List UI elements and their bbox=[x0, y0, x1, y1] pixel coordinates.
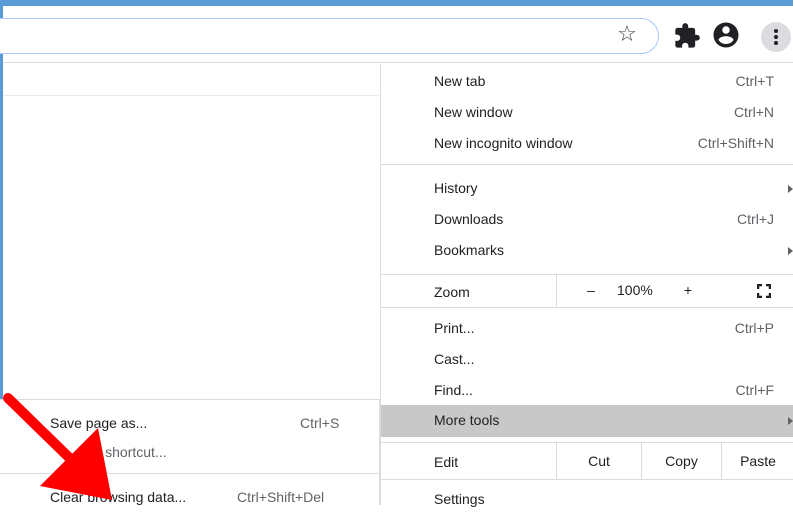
menu-separator bbox=[381, 307, 793, 308]
menu-item-more-tools[interactable]: More tools bbox=[381, 405, 793, 437]
menu-item-new-incognito-window[interactable]: New incognito window Ctrl+Shift+N bbox=[381, 128, 793, 159]
menu-separator bbox=[381, 164, 793, 165]
menu-item-shortcut: Ctrl+N bbox=[733, 104, 774, 120]
menu-item-shortcut: Ctrl+F bbox=[735, 382, 775, 398]
menu-item-find[interactable]: Find... Ctrl+F bbox=[381, 375, 793, 406]
menu-item-label: New window bbox=[434, 104, 513, 120]
paste-button[interactable]: Paste bbox=[721, 443, 793, 479]
menu-item-history[interactable]: History bbox=[381, 173, 793, 204]
menu-item-zoom: Zoom – 100% + bbox=[381, 275, 793, 307]
menu-item-new-window[interactable]: New window Ctrl+N bbox=[381, 97, 793, 128]
zoom-level: 100% bbox=[617, 282, 653, 298]
submenu-arrow-icon bbox=[788, 417, 793, 425]
menu-item-settings[interactable]: Settings bbox=[381, 484, 793, 515]
menu-item-shortcut: Ctrl+Shift+N bbox=[697, 135, 774, 151]
address-bar[interactable] bbox=[0, 18, 659, 54]
menu-item-label: Bookmarks bbox=[434, 242, 505, 258]
edit-label: Edit bbox=[434, 454, 459, 470]
menu-button[interactable] bbox=[761, 22, 791, 52]
submenu-arrow-icon bbox=[788, 247, 793, 255]
zoom-in-button[interactable]: + bbox=[681, 282, 695, 298]
profile-icon[interactable] bbox=[711, 20, 741, 50]
menu-item-label: Cast... bbox=[434, 351, 475, 367]
menu-item-bookmarks[interactable]: Bookmarks bbox=[381, 235, 793, 266]
zoom-out-button[interactable]: – bbox=[584, 282, 598, 298]
menu-item-cast[interactable]: Cast... bbox=[381, 344, 793, 375]
menu-separator bbox=[381, 479, 793, 480]
menu-item-label: New tab bbox=[434, 73, 486, 89]
menu-item-shortcut: Ctrl+J bbox=[737, 211, 774, 227]
menu-item-label: More tools bbox=[434, 412, 500, 428]
zoom-label: Zoom bbox=[434, 284, 470, 300]
menu-item-shortcut: Ctrl+P bbox=[734, 320, 774, 336]
star-icon[interactable]: ☆ bbox=[615, 21, 639, 46]
cut-button[interactable]: Cut bbox=[556, 443, 641, 479]
page-content-divider bbox=[3, 95, 379, 96]
submenu-item-shortcut: Ctrl+S bbox=[300, 415, 340, 431]
menu-item-print[interactable]: Print... Ctrl+P bbox=[381, 313, 793, 344]
copy-button[interactable]: Copy bbox=[641, 443, 721, 479]
menu-item-label: New incognito window bbox=[434, 135, 573, 151]
menu-item-label: Downloads bbox=[434, 211, 504, 227]
zoom-controls: – 100% + bbox=[556, 275, 793, 307]
menu-item-label: Print... bbox=[434, 320, 475, 336]
menu-icon bbox=[774, 29, 778, 45]
menu-item-downloads[interactable]: Downloads Ctrl+J bbox=[381, 204, 793, 235]
submenu-item-shortcut: Ctrl+Shift+Del bbox=[237, 489, 325, 505]
extensions-icon[interactable] bbox=[673, 22, 701, 50]
menu-item-label: History bbox=[434, 180, 478, 196]
red-arrow-annotation bbox=[3, 393, 112, 500]
browser-toolbar: ☆ bbox=[0, 6, 793, 63]
menu-item-edit: Edit Cut Copy Paste bbox=[381, 443, 793, 479]
menu-item-new-tab[interactable]: New tab Ctrl+T bbox=[381, 66, 793, 97]
menu-item-shortcut: Ctrl+T bbox=[735, 73, 775, 89]
submenu-arrow-icon bbox=[788, 185, 793, 193]
menu-item-label: Find... bbox=[434, 382, 473, 398]
fullscreen-icon[interactable] bbox=[757, 284, 771, 298]
chrome-main-menu: New tab Ctrl+T New window Ctrl+N New inc… bbox=[380, 64, 793, 507]
